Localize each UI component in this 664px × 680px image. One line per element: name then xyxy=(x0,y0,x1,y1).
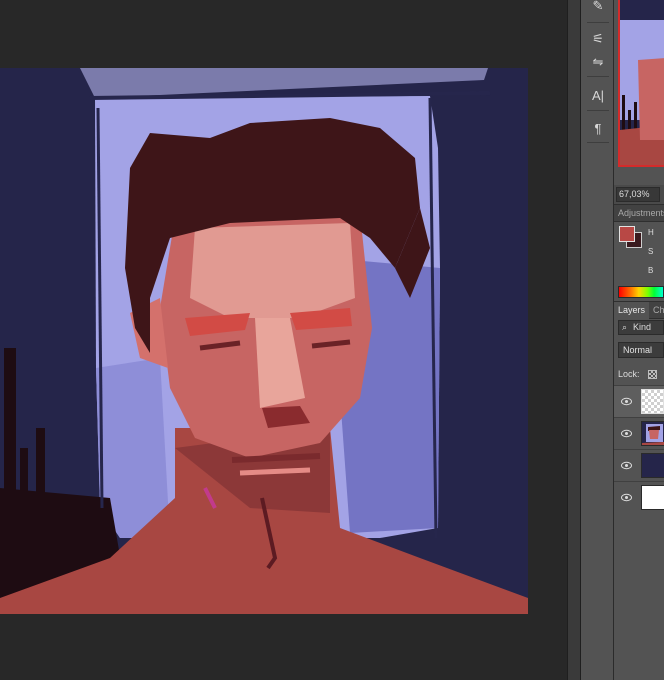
portrait-artwork xyxy=(0,68,528,614)
portrait-thumbnail xyxy=(642,422,664,445)
lock-label: Lock: xyxy=(618,369,640,379)
layer-row[interactable] xyxy=(614,417,664,449)
foreground-color-swatch[interactable] xyxy=(619,226,635,242)
clone-source-icon[interactable]: ⇋ xyxy=(586,51,610,73)
document-canvas[interactable] xyxy=(0,68,528,614)
brush-settings-icon[interactable]: ⚟ xyxy=(586,28,610,50)
saturation-label: S xyxy=(648,247,654,256)
paragraph-icon[interactable]: ¶ xyxy=(586,117,610,139)
search-icon: ⌕ xyxy=(622,322,628,332)
layer-thumbnail xyxy=(641,485,664,510)
tool-separator xyxy=(587,110,609,111)
navigator-preview[interactable] xyxy=(618,0,664,167)
layer-thumbnail xyxy=(641,453,664,478)
color-panel: H S B xyxy=(614,222,664,284)
tool-separator xyxy=(587,142,609,143)
brightness-label: B xyxy=(648,266,654,275)
filter-kind-label: Kind xyxy=(633,322,652,332)
eye-icon[interactable] xyxy=(621,429,632,438)
tab-channels[interactable]: Ch xyxy=(649,302,664,319)
navigator-thumbnail xyxy=(620,0,664,165)
right-panels: 67,03% Adjustments H S B Layers Ch ⌕ Kin… xyxy=(614,0,664,680)
zoom-field[interactable]: 67,03% xyxy=(616,187,660,202)
hue-label: H xyxy=(648,228,654,237)
layer-row[interactable] xyxy=(614,449,664,481)
eye-icon[interactable] xyxy=(621,397,632,406)
tab-adjustments[interactable]: Adjustments xyxy=(614,205,664,222)
character-icon[interactable]: A| xyxy=(586,84,610,106)
blend-mode-select[interactable]: Normal xyxy=(618,342,664,358)
eye-icon[interactable] xyxy=(621,493,632,502)
navigator-zoom-row: 67,03% xyxy=(614,185,664,204)
mixer-brush-icon[interactable]: ✎ xyxy=(586,0,610,17)
layer-thumbnail xyxy=(641,389,664,414)
vertical-scrollbar[interactable] xyxy=(567,0,581,680)
canvas-workspace[interactable] xyxy=(0,0,567,680)
layer-row[interactable] xyxy=(614,385,664,417)
layer-thumbnail xyxy=(641,421,664,446)
eye-icon[interactable] xyxy=(621,461,632,470)
tool-separator xyxy=(587,76,609,77)
layer-row[interactable] xyxy=(614,481,664,513)
lock-transparency-icon[interactable] xyxy=(648,370,657,379)
panel-tool-strip: ✎ ⚟ ⇋ A| ¶ xyxy=(581,0,614,680)
tool-separator xyxy=(587,22,609,23)
adjustments-tab-row: Adjustments xyxy=(614,204,664,222)
color-spectrum-bar[interactable] xyxy=(618,286,664,298)
layer-filter-kind[interactable]: ⌕ Kind xyxy=(618,320,664,335)
lock-row: Lock: xyxy=(618,366,664,382)
layers-tab-row: Layers Ch xyxy=(614,301,664,319)
tab-layers[interactable]: Layers xyxy=(614,302,650,319)
